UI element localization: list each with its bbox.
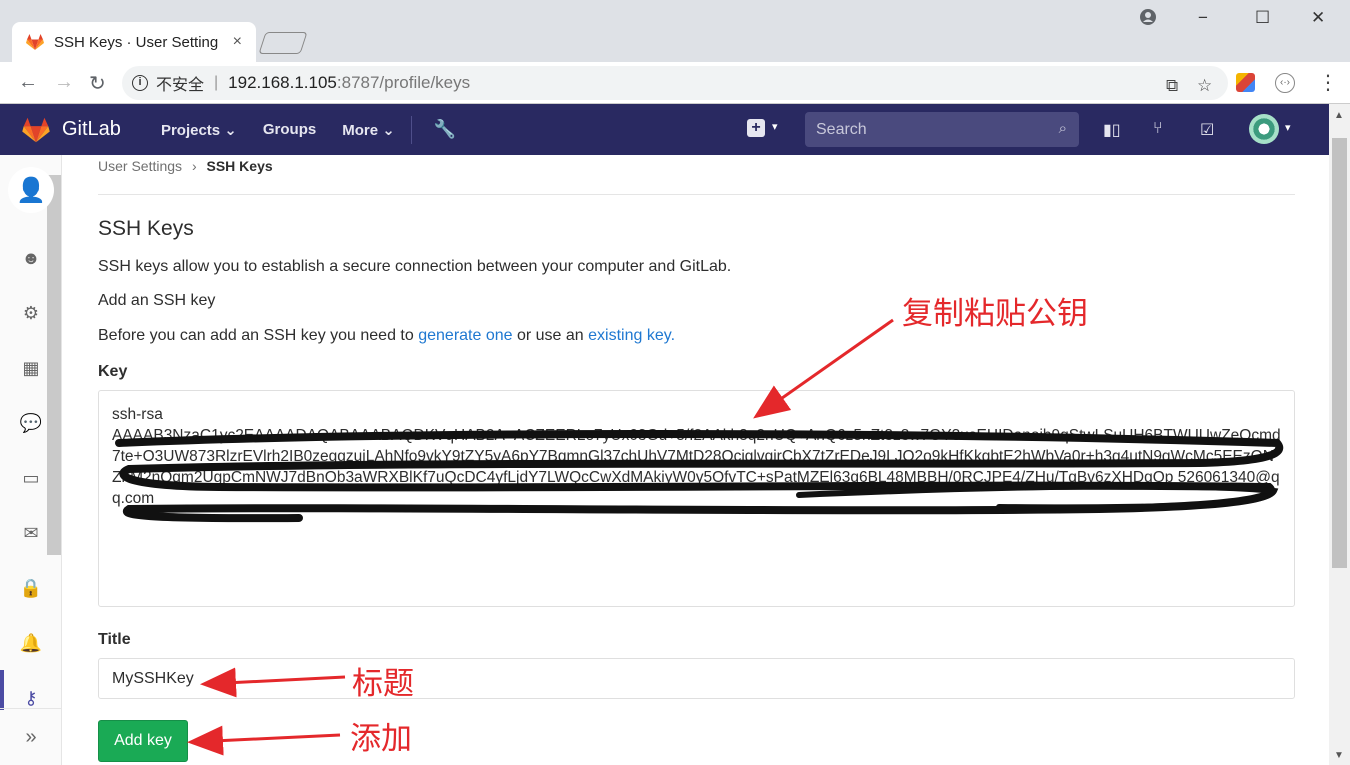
back-arrow-icon[interactable]: ← — [18, 71, 38, 94]
chevron-down-icon[interactable]: ▾ — [1285, 121, 1291, 134]
chevron-down-icon[interactable]: ▾ — [772, 120, 778, 133]
security-label: 不安全 — [156, 77, 205, 94]
forward-arrow-icon[interactable]: → — [54, 71, 74, 94]
browser-tabstrip: SSH Keys · User Setting × − ☐ ✕ — [0, 0, 1350, 62]
translate-icon[interactable]: ⧉ — [1166, 76, 1178, 96]
user-profile-icon[interactable]: 👤 — [14, 173, 48, 207]
minimize-button[interactable]: − — [1198, 8, 1208, 28]
page-description: SSH keys allow you to establish a secure… — [98, 258, 732, 275]
nav-groups[interactable]: Groups — [263, 121, 316, 139]
collapse-sidebar-icon[interactable]: » — [0, 708, 62, 765]
key-text: AAAAB3NzaC1yc2EAAAADAQABAAABAQDKVqHAB2A+… — [112, 425, 1281, 509]
gitlab-favicon-icon — [26, 34, 44, 50]
breadcrumb-parent[interactable]: User Settings — [98, 158, 182, 174]
title-value: MySSHKey — [112, 670, 194, 687]
search-input[interactable]: Search ⌕ — [805, 112, 1079, 147]
info-icon[interactable]: i — [132, 75, 148, 91]
applications-grid-icon[interactable]: ▦ — [14, 351, 48, 385]
browser-menu-icon[interactable]: ⋮ — [1318, 70, 1338, 95]
access-tokens-icon[interactable]: ▭ — [14, 461, 48, 495]
scroll-up-icon[interactable]: ▲ — [1334, 110, 1344, 121]
page-title: SSH Keys — [98, 217, 194, 240]
annotation-title: 标题 — [352, 666, 414, 702]
breadcrumb: User Settings › SSH Keys — [98, 158, 273, 174]
scroll-down-icon[interactable]: ▼ — [1334, 750, 1344, 761]
browser-profile-icon[interactable] — [1139, 8, 1157, 26]
generate-one-link[interactable]: generate one — [418, 327, 512, 344]
password-lock-icon[interactable]: 🔒 — [14, 571, 48, 605]
breadcrumb-current[interactable]: SSH Keys — [207, 158, 273, 174]
annotation-add: 添加 — [350, 721, 412, 757]
url-path: :8787/profile/keys — [336, 73, 471, 92]
key-textarea[interactable]: ssh-rsa AAAAB3NzaC1yc2EAAAADAQABAAABAQDK… — [98, 390, 1295, 607]
reload-icon[interactable]: ↻ — [89, 71, 106, 96]
notifications-bell-icon[interactable]: 🔔 — [14, 626, 48, 660]
new-plus-icon[interactable]: + — [747, 119, 765, 137]
address-separator: | — [214, 74, 219, 91]
gitlab-nav: Projects ⌄ Groups More ⌄ — [161, 121, 395, 139]
todo-panel-icon[interactable]: ▮▯ — [1103, 120, 1121, 140]
nav-projects[interactable]: Projects ⌄ — [161, 121, 237, 139]
page-scrollbar[interactable]: ▲ ▼ — [1329, 104, 1350, 765]
existing-key-link[interactable]: existing key. — [588, 327, 675, 344]
help-text-or: or use an — [516, 327, 584, 344]
search-icon: ⌕ — [1058, 120, 1067, 137]
extension-code-icon[interactable]: ‹·› — [1275, 73, 1295, 93]
browser-toolbar: ← → ↻ i 不安全 | 192.168.1.105 :8787/profil… — [0, 62, 1350, 104]
maximize-button[interactable]: ☐ — [1255, 8, 1270, 28]
profile-circle-icon[interactable]: ☻ — [14, 241, 48, 275]
help-text: Before you can add an SSH key you need t… — [98, 327, 675, 345]
avatar[interactable] — [1249, 114, 1279, 144]
browser-tab[interactable]: SSH Keys · User Setting × — [12, 22, 256, 62]
admin-wrench-icon[interactable]: 🔧 — [434, 119, 456, 140]
bookmark-star-icon[interactable]: ☆ — [1197, 76, 1212, 96]
url-host: 192.168.1.105 — [228, 73, 337, 92]
title-label: Title — [98, 631, 131, 648]
close-window-button[interactable]: ✕ — [1311, 8, 1325, 28]
tab-title: SSH Keys · User Setting — [54, 33, 219, 51]
gitlab-brand[interactable]: GitLab — [62, 118, 121, 141]
chat-icon[interactable]: 💬 — [14, 406, 48, 440]
gitlab-logo-icon[interactable] — [22, 117, 50, 143]
add-key-heading: Add an SSH key — [98, 292, 216, 309]
address-bar[interactable]: i 不安全 | 192.168.1.105 :8787/profile/keys… — [122, 66, 1228, 100]
account-gear-icon[interactable]: ⚙ — [14, 296, 48, 330]
tab-close-icon[interactable]: × — [233, 33, 242, 51]
sidebar-scrollbar[interactable] — [47, 175, 61, 555]
search-placeholder: Search — [816, 120, 867, 138]
todos-check-icon[interactable]: ☑ — [1200, 120, 1214, 140]
scroll-thumb[interactable] — [1332, 138, 1347, 568]
email-icon[interactable]: ✉ — [14, 516, 48, 550]
new-tab-button[interactable] — [258, 32, 308, 54]
title-input[interactable]: MySSHKey — [98, 658, 1295, 699]
key-prefix: ssh-rsa — [112, 406, 163, 423]
gitlab-header: GitLab Projects ⌄ Groups More ⌄ 🔧 + ▾ Se… — [0, 104, 1329, 155]
breadcrumb-separator: › — [191, 158, 197, 174]
nav-divider — [410, 115, 412, 144]
breadcrumb-divider — [98, 194, 1295, 195]
help-text-before: Before you can add an SSH key you need t… — [98, 327, 414, 344]
add-arrow — [187, 725, 341, 756]
add-key-button[interactable]: Add key — [98, 720, 188, 762]
sidebar-active-marker — [0, 670, 4, 710]
key-value: AAAAB3NzaC1yc2EAAAADAQABAAABAQDKVqHAB2A+… — [112, 427, 1281, 486]
annotation-copy-paste: 复制粘贴公钥 — [902, 296, 1088, 332]
extension-icon[interactable] — [1236, 73, 1255, 92]
merge-request-icon[interactable]: ⑂ — [1153, 120, 1163, 138]
key-label: Key — [98, 363, 128, 380]
nav-more[interactable]: More ⌄ — [342, 121, 395, 139]
settings-sidebar: 👤 ☻ ⚙ ▦ 💬 ▭ ✉ 🔒 🔔 ⚷ » — [0, 155, 62, 765]
